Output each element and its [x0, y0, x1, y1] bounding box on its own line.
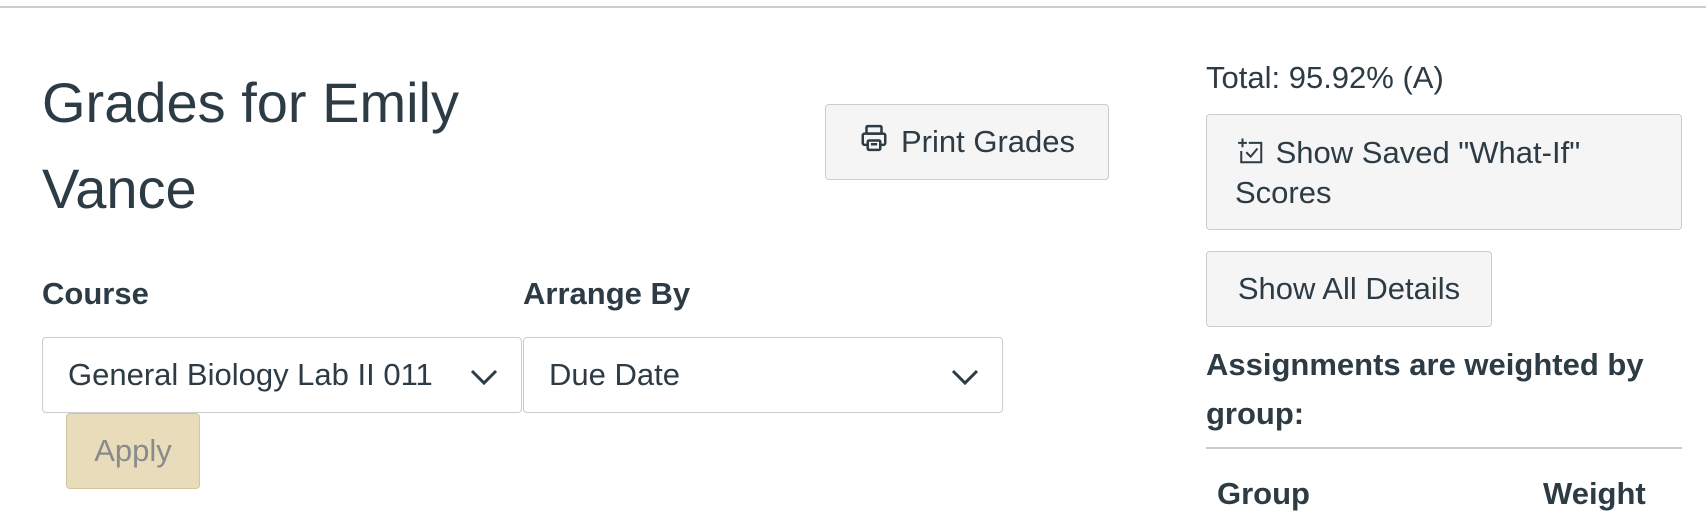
course-select-value: General Biology Lab II 011: [68, 357, 433, 392]
course-select[interactable]: General Biology Lab II 011: [42, 337, 522, 413]
arrange-by-label: Arrange By: [523, 276, 691, 311]
show-what-if-scores-label: Show Saved "What-If" Scores: [1235, 135, 1581, 210]
print-grades-label: Print Grades: [900, 124, 1075, 159]
apply-button[interactable]: Apply: [66, 413, 200, 489]
group-column-header: Group: [1217, 476, 1310, 511]
page-title: Grades for Emily Vance: [42, 71, 459, 220]
show-what-if-scores-button[interactable]: Show Saved "What-If" Scores: [1206, 114, 1682, 230]
course-label: Course: [42, 276, 149, 311]
group-table-divider: [1206, 447, 1682, 449]
arrange-by-select-value: Due Date: [549, 357, 680, 392]
chevron-down-icon: [469, 362, 499, 388]
what-if-icon: [1235, 135, 1276, 170]
print-grades-button[interactable]: Print Grades: [825, 104, 1109, 180]
weight-column-header: Weight: [1543, 476, 1646, 511]
top-divider: [0, 6, 1706, 8]
show-all-details-button[interactable]: Show All Details: [1206, 251, 1492, 327]
total-grade: Total: 95.92% (A): [1206, 60, 1444, 95]
chevron-down-icon: [950, 362, 980, 388]
arrange-by-select[interactable]: Due Date: [523, 337, 1003, 413]
printer-icon: [859, 123, 889, 161]
weighted-note: Assignments are weighted by group:: [1206, 347, 1644, 431]
